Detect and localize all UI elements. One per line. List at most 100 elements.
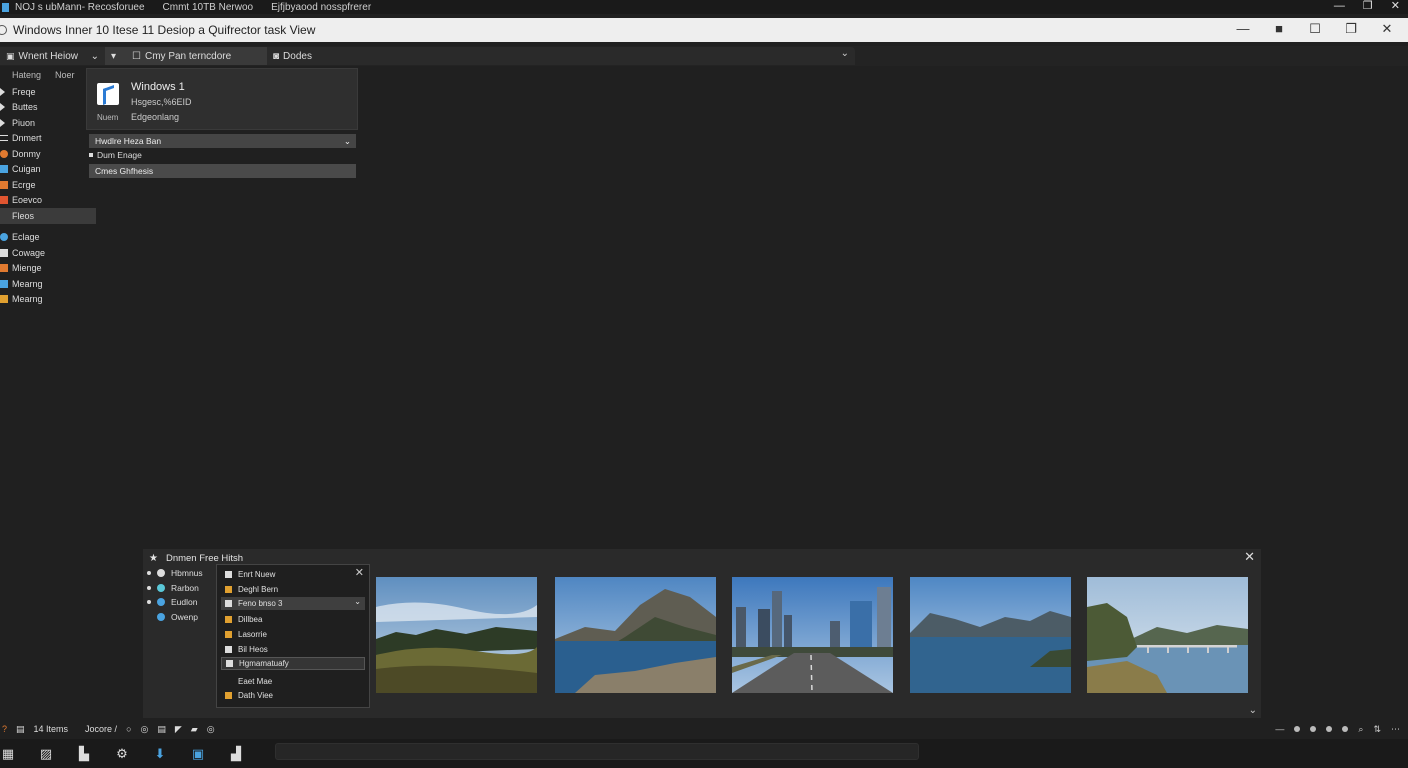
- minimize-icon[interactable]: —: [1334, 0, 1345, 12]
- blank-icon: [0, 212, 8, 220]
- context-menu-label: Dillbea: [238, 615, 263, 624]
- task-view-panel: ★ Dnmen Free Hitsh ✕ Hbmnus Rarbon Eudlon O…: [143, 549, 1261, 718]
- popup-select[interactable]: Hwdlre Heza Ban ⌄: [89, 134, 356, 148]
- dot-icon[interactable]: [1342, 726, 1349, 732]
- cloud-icon: [0, 233, 8, 242]
- task-list-label: Rarbon: [171, 582, 199, 593]
- apps-icon[interactable]: ▙: [76, 746, 92, 762]
- task-view-close-button[interactable]: ✕: [1244, 549, 1255, 565]
- close-button[interactable]: ✕: [1380, 21, 1394, 37]
- popup-option-1[interactable]: Dum Enage: [89, 150, 142, 160]
- taskbar-search-bar[interactable]: [275, 743, 919, 760]
- window-controls: — ■ ☐ ❐ ✕: [1236, 21, 1394, 37]
- sidebar-item[interactable]: Eoevco: [0, 193, 98, 209]
- thumbnail-city-street[interactable]: [732, 577, 893, 693]
- dot-icon[interactable]: [1326, 726, 1333, 732]
- dots-icon[interactable]: ⋯: [1391, 724, 1400, 735]
- start-icon[interactable]: ▦: [0, 746, 16, 762]
- window-icon[interactable]: ▤: [157, 724, 166, 735]
- sidebar-item-label: Freqe: [12, 86, 36, 97]
- store-icon[interactable]: ▟: [228, 746, 244, 762]
- task-list-item[interactable]: Rarbon: [147, 581, 217, 596]
- context-menu-item[interactable]: Eaet Mae: [221, 675, 365, 688]
- window-icon[interactable]: ▣: [190, 746, 206, 762]
- minus-icon[interactable]: —: [1275, 724, 1284, 734]
- sidebar-tab-2[interactable]: Noer: [55, 70, 75, 84]
- files-icon[interactable]: ▨: [38, 746, 54, 762]
- sidebar-tabs: Hateng Noer: [0, 68, 98, 84]
- dot-icon[interactable]: [1294, 726, 1301, 732]
- popup-detail: Edgeonlang: [131, 112, 180, 122]
- sidebar-item[interactable]: Mearng: [0, 292, 98, 308]
- search-icon[interactable]: ⌕: [1358, 724, 1363, 735]
- sidebar-item-label: Ecrge: [12, 179, 36, 190]
- restore-icon[interactable]: ❐: [1363, 0, 1373, 12]
- popup-option-2[interactable]: Cmes Ghfhesis: [89, 164, 356, 178]
- download-icon[interactable]: ⬇: [152, 746, 168, 762]
- context-menu-item[interactable]: Bil Heos: [221, 643, 365, 656]
- thumbnail-meadow-forest[interactable]: [376, 577, 537, 693]
- task-list-item[interactable]: Owenp: [147, 610, 217, 625]
- thumbnail-lake-mountains[interactable]: [910, 577, 1071, 693]
- sidebar-item[interactable]: Dnmert: [0, 131, 98, 147]
- context-menu-item[interactable]: Deghl Bern: [221, 583, 365, 596]
- context-menu-item[interactable]: Dath Viee: [221, 689, 365, 702]
- sidebar-item[interactable]: Eclage: [0, 230, 98, 246]
- sidebar-tab-1[interactable]: Hateng: [12, 70, 41, 84]
- chevron-down-icon[interactable]: ⌄: [841, 48, 849, 59]
- folder-icon[interactable]: ▰: [191, 724, 198, 735]
- app-icon: [157, 569, 165, 578]
- sound-icon[interactable]: ◤: [175, 724, 182, 735]
- window-icon: [0, 295, 8, 304]
- stop-button[interactable]: ■: [1272, 21, 1286, 37]
- minimize-button[interactable]: —: [1236, 21, 1250, 37]
- sidebar-item[interactable]: Cuigan: [0, 162, 98, 178]
- context-menu-item[interactable]: Enrt Nuew: [221, 568, 365, 581]
- mountain-lake-image: [555, 577, 716, 693]
- sidebar-item-label: Cowage: [12, 247, 46, 258]
- window-title: Windows Inner 10 Itese 11 Desiop a Quifr…: [13, 23, 316, 37]
- context-menu-label: Enrt Nuew: [238, 570, 276, 579]
- sidebar-item[interactable]: Donmy: [0, 146, 98, 162]
- sidebar-item[interactable]: Piuon: [0, 115, 98, 131]
- context-menu-label: Dath Viee: [238, 691, 273, 700]
- sidebar-item[interactable]: Cowage: [0, 245, 98, 261]
- link-icon: [0, 248, 8, 257]
- sort-icon[interactable]: ⇅: [1373, 724, 1381, 735]
- chevron-down-icon[interactable]: ⌄: [1249, 705, 1257, 716]
- menu-item-icon: [226, 660, 233, 667]
- pin-icon: ▣: [6, 50, 15, 61]
- task-list-item[interactable]: Hbmnus: [147, 566, 217, 581]
- status-left: ? ▤ 14 Items Jocore / ○ ◎ ▤ ◤ ▰ ◎: [0, 724, 215, 735]
- sidebar-item-label: Piuon: [12, 117, 36, 128]
- sidebar-item[interactable]: Freqe: [0, 84, 98, 100]
- sidebar-item[interactable]: Mienge: [0, 261, 98, 277]
- sidebar-item[interactable]: Fleos: [0, 208, 96, 224]
- system-bar-info: NOJ s ubMann- Recosforuee Cmmt 10TB Nerw…: [0, 2, 383, 13]
- circle-icon[interactable]: ○: [126, 724, 131, 734]
- maximize-button[interactable]: ☐: [1308, 21, 1322, 37]
- restore-button[interactable]: ❐: [1344, 21, 1358, 37]
- sidebar-item[interactable]: Ecrge: [0, 177, 98, 193]
- square-icon: [0, 180, 8, 189]
- sidebar-item[interactable]: Mearng: [0, 276, 98, 292]
- home-tab[interactable]: ▣ Wnent Heiow ⌄: [0, 47, 105, 65]
- sidebar-item[interactable]: Buttes: [0, 100, 98, 116]
- context-menu-item[interactable]: Feno bnso 3 ⌄: [221, 597, 365, 610]
- target-icon[interactable]: ◎: [141, 724, 149, 735]
- settings-icon[interactable]: ◎: [207, 724, 215, 735]
- dot-icon[interactable]: [1310, 726, 1317, 732]
- context-menu-item[interactable]: Hgmamatuafy: [221, 657, 365, 670]
- context-menu-item[interactable]: Dillbea: [221, 613, 365, 626]
- menu-item-icon: [225, 616, 232, 623]
- task-list-item[interactable]: Eudlon: [147, 595, 217, 610]
- context-menu-label: Deghl Bern: [238, 585, 279, 594]
- dropdown-tab[interactable]: ▾ ☐ Cmy Pan terncdore: [105, 47, 267, 65]
- context-menu-item[interactable]: Lasorrie: [221, 628, 365, 641]
- document-tab[interactable]: ◙ Dodes ⌄: [267, 47, 855, 65]
- thumbnail-bridge-coast[interactable]: [1087, 577, 1248, 693]
- context-menu-label: Eaet Mae: [238, 677, 273, 686]
- thumbnail-mountain-lake[interactable]: [555, 577, 716, 693]
- close-icon[interactable]: ✕: [1391, 0, 1400, 12]
- settings-icon[interactable]: ⚙: [114, 746, 130, 762]
